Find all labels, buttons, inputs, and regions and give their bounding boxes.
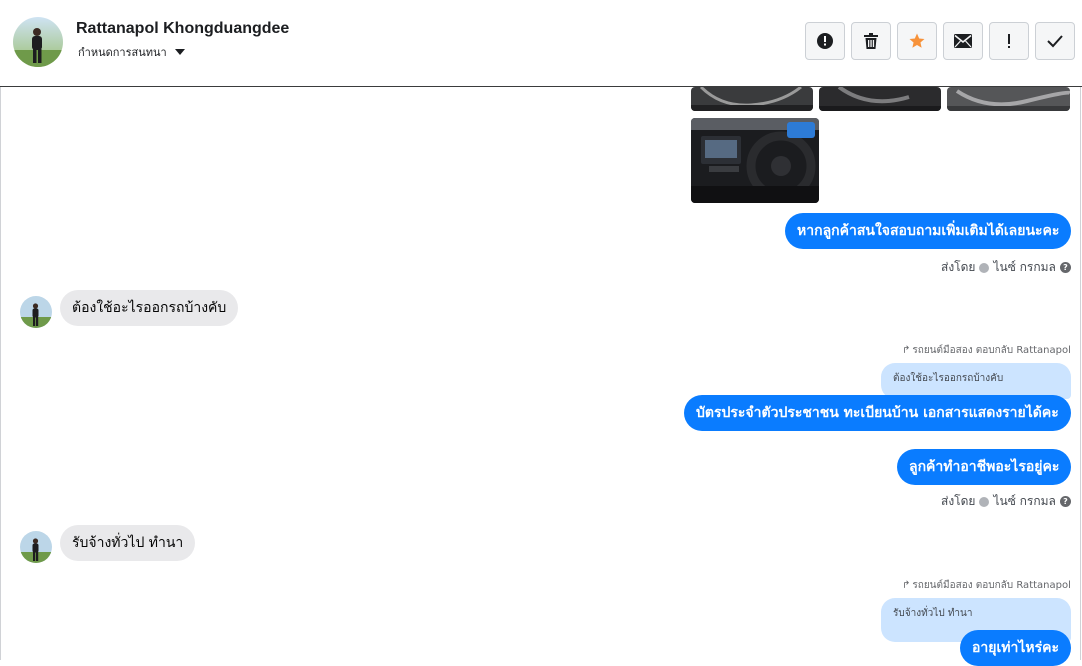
conversation-settings-label: กำหนดการสนทนา bbox=[78, 46, 167, 59]
sent-by-prefix: ส่งโดย bbox=[941, 494, 976, 508]
sent-by-prefix: ส่งโดย bbox=[941, 260, 976, 274]
outgoing-message[interactable]: ลูกค้าทำอาชีพอะไรอยู่คะ bbox=[897, 449, 1072, 485]
outgoing-message[interactable]: บัตรประจำตัวประชาชน ทะเบียนบ้าน เอกสารแส… bbox=[684, 395, 1071, 431]
star-icon bbox=[909, 33, 925, 48]
mark-unread-button[interactable] bbox=[943, 22, 983, 60]
attachment-photo-dashboard[interactable] bbox=[691, 118, 819, 203]
incoming-message[interactable]: ต้องใช้อะไรออกรถบ้างคับ bbox=[60, 290, 239, 326]
star-button[interactable] bbox=[897, 22, 937, 60]
contact-name[interactable]: Rattanapol Khongduangdee bbox=[76, 20, 289, 38]
sender-name[interactable]: ไนซ์ กรกมล bbox=[993, 258, 1055, 277]
reply-header: ↱ รถยนต์มือสอง ตอบกลับ Rattanapol bbox=[902, 578, 1071, 593]
alert-circle-icon bbox=[817, 33, 833, 49]
sent-by-label: ส่งโดย ไนซ์ กรกมล ? bbox=[941, 492, 1071, 511]
done-button[interactable] bbox=[1035, 22, 1075, 60]
check-icon bbox=[1047, 35, 1063, 48]
quoted-message[interactable]: ต้องใช้อะไรออกรถบ้างคับ bbox=[881, 363, 1071, 399]
question-icon[interactable]: ? bbox=[1059, 262, 1071, 273]
envelope-icon bbox=[954, 34, 972, 48]
page-admin-icon bbox=[979, 496, 990, 507]
contact-avatar-small[interactable] bbox=[20, 531, 52, 563]
conversation-settings-dropdown[interactable]: กำหนดการสนทนา bbox=[78, 43, 185, 61]
conversation-toolbar bbox=[805, 22, 1075, 60]
chevron-down-icon bbox=[174, 49, 185, 55]
attachment-photo[interactable] bbox=[947, 87, 1070, 111]
follow-up-button[interactable] bbox=[989, 22, 1029, 60]
reply-arrow-icon: ↱ bbox=[902, 580, 911, 591]
reply-header: ↱ รถยนต์มือสอง ตอบกลับ Rattanapol bbox=[902, 343, 1071, 358]
sent-by-label: ส่งโดย ไนซ์ กรกมล ? bbox=[941, 258, 1071, 277]
page-admin-icon bbox=[979, 262, 990, 273]
attachment-photo[interactable] bbox=[691, 87, 813, 111]
outgoing-message[interactable]: อายุเท่าไหร่คะ bbox=[960, 630, 1072, 666]
reply-header-text: รถยนต์มือสอง ตอบกลับ Rattanapol bbox=[912, 580, 1071, 591]
contact-avatar[interactable] bbox=[13, 17, 63, 67]
question-icon[interactable]: ? bbox=[1059, 496, 1071, 507]
attachment-photo[interactable] bbox=[819, 87, 941, 111]
incoming-message[interactable]: รับจ้างทั่วไป ทำนา bbox=[60, 525, 196, 561]
contact-avatar-small[interactable] bbox=[20, 296, 52, 328]
delete-button[interactable] bbox=[851, 22, 891, 60]
spam-button[interactable] bbox=[805, 22, 845, 60]
sender-name[interactable]: ไนซ์ กรกมล bbox=[993, 492, 1055, 511]
trash-icon bbox=[864, 33, 878, 49]
conversation-header: Rattanapol Khongduangdee กำหนดการสนทนา bbox=[0, 0, 1082, 87]
reply-header-text: รถยนต์มือสอง ตอบกลับ Rattanapol bbox=[912, 345, 1071, 356]
exclamation-icon bbox=[1008, 34, 1010, 48]
outgoing-message[interactable]: หากลูกค้าสนใจสอบถามเพิ่มเติมได้เลยนะคะ bbox=[785, 213, 1072, 249]
reply-arrow-icon: ↱ bbox=[902, 345, 911, 356]
